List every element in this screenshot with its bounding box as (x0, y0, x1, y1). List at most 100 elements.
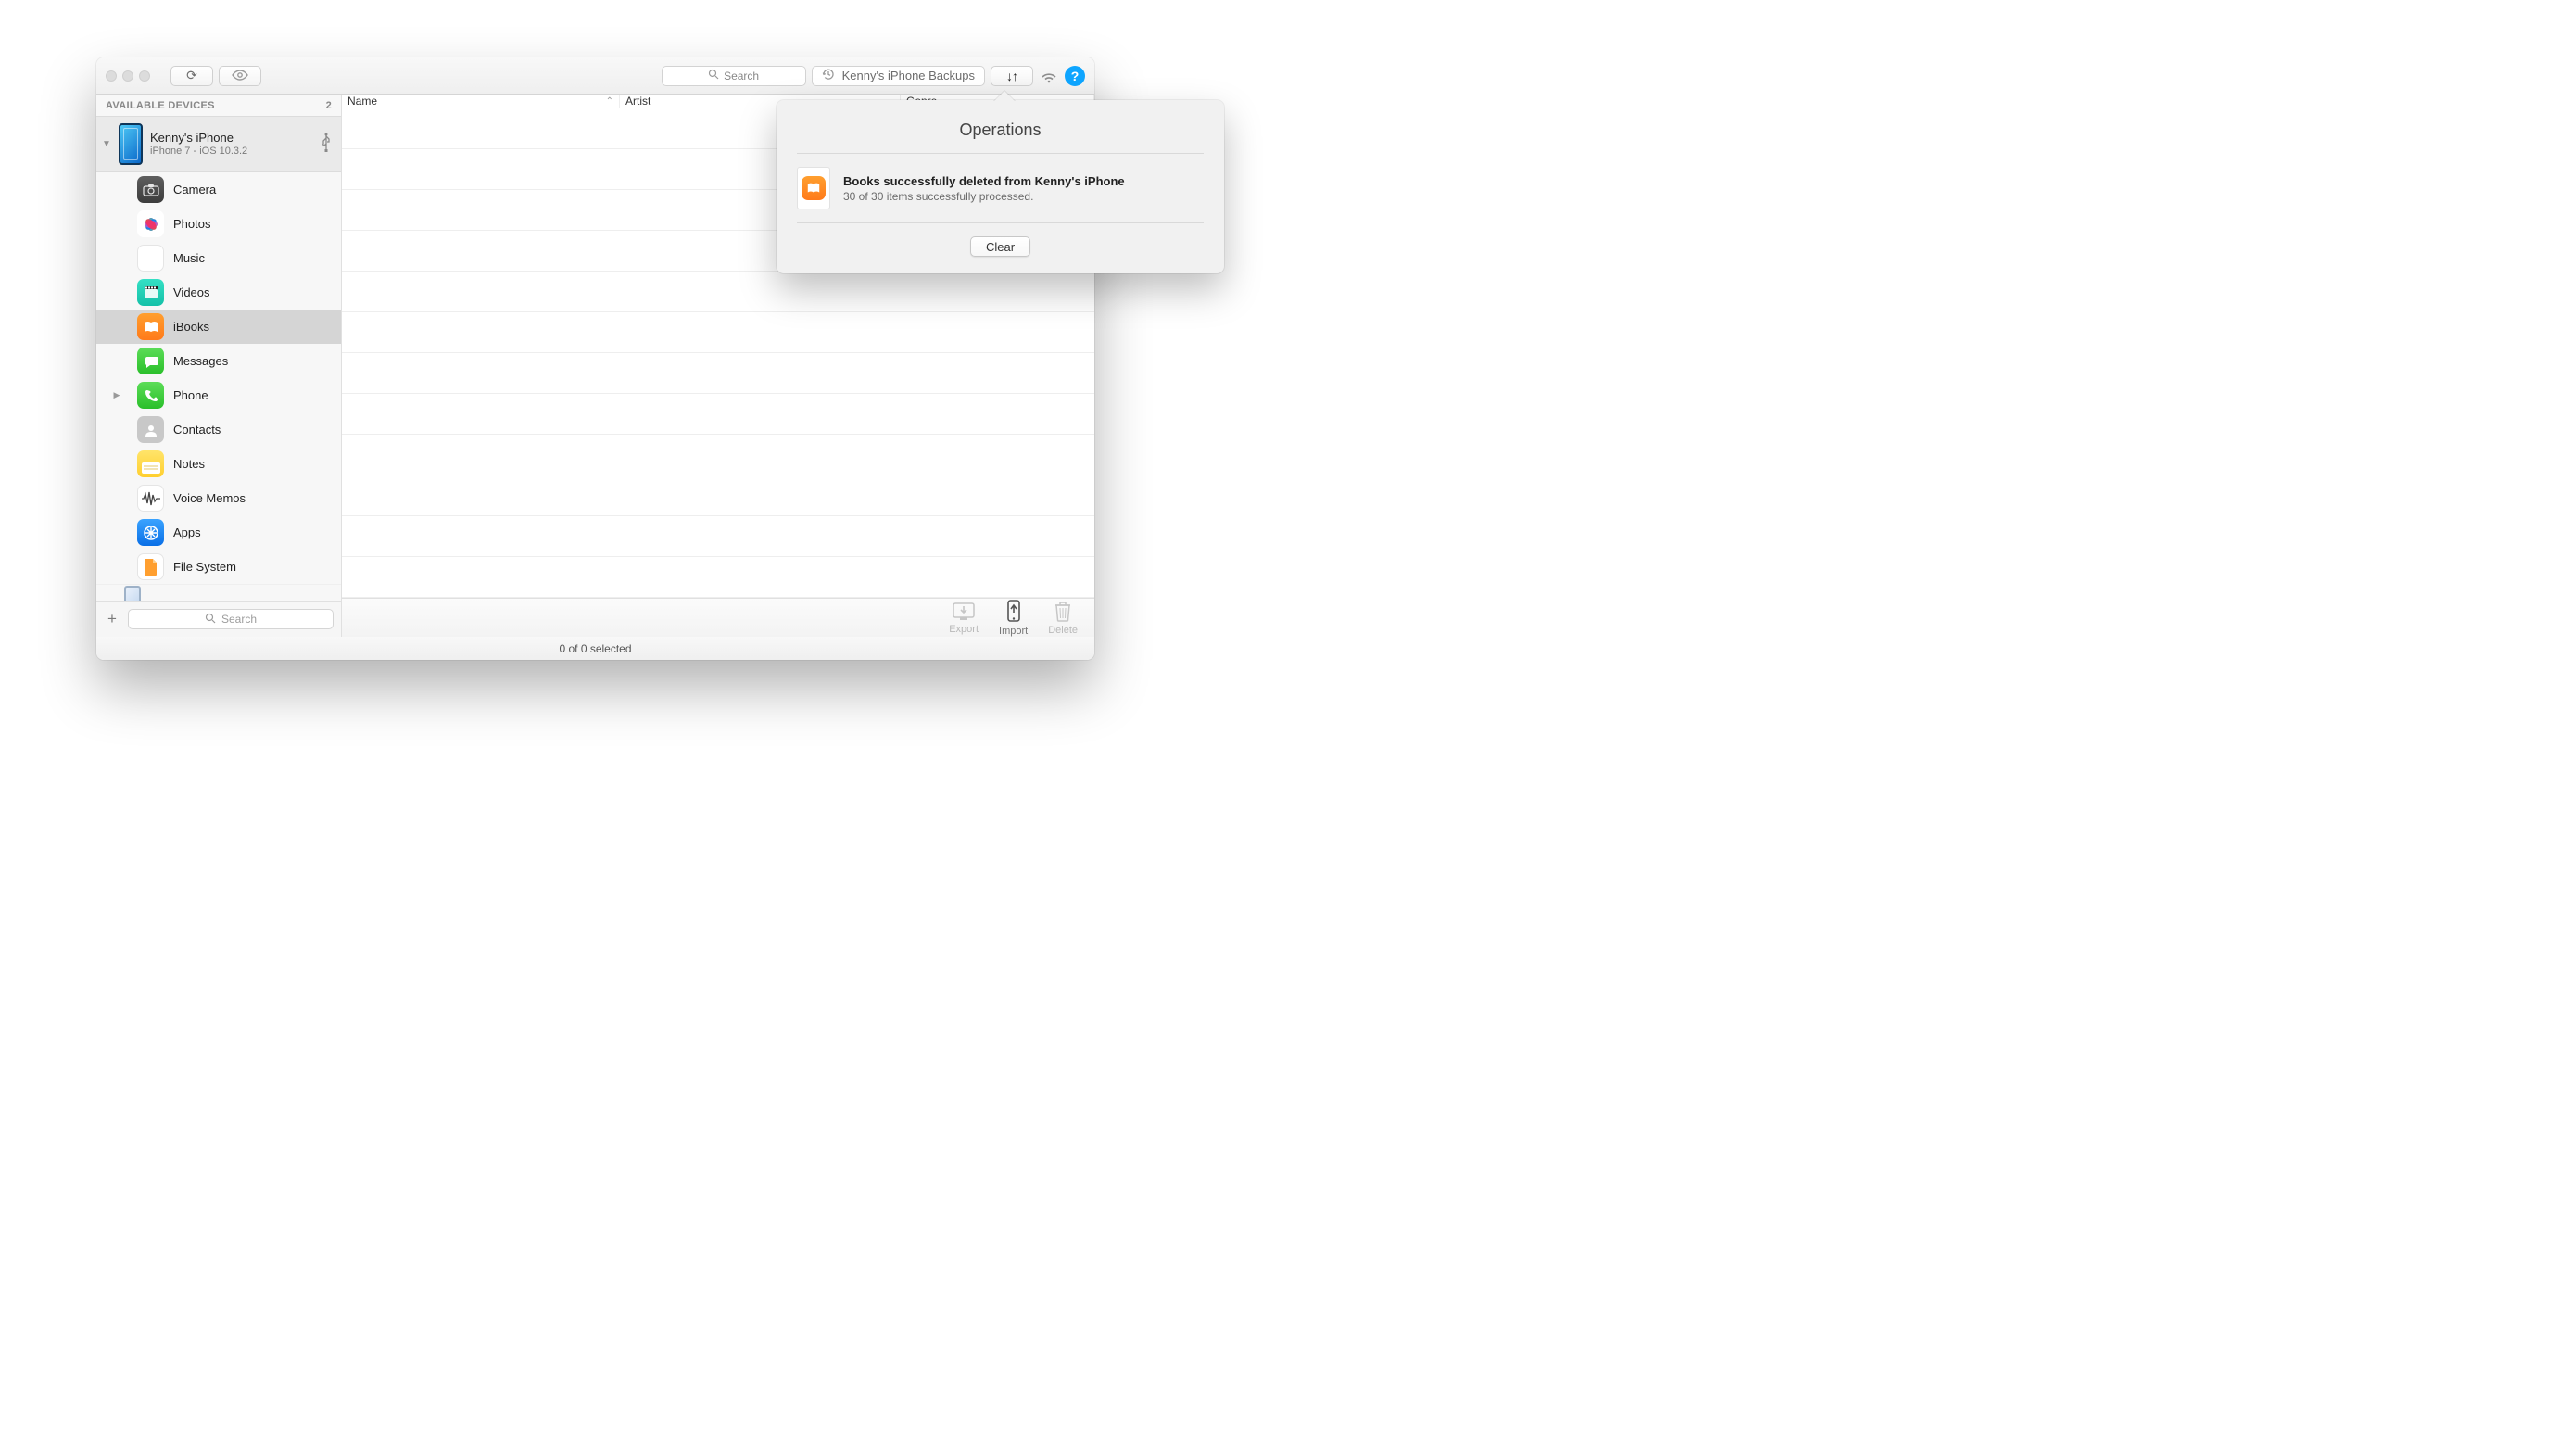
photos-icon (137, 210, 164, 237)
apps-icon (137, 519, 164, 546)
sidebar-item-camera[interactable]: Camera (96, 172, 341, 207)
sidebar-item-notes[interactable]: Notes (96, 447, 341, 481)
backups-label: Kenny's iPhone Backups (842, 69, 975, 82)
operation-item: Books successfully deleted from Kenny's … (797, 167, 1204, 209)
sidebar-header-label: AVAILABLE DEVICES (106, 100, 215, 111)
traffic-minimize[interactable] (122, 70, 133, 82)
ibooks-icon (137, 313, 164, 340)
titlebar: ⟳ Search Kenny's iPhone Backups ↓↑ ? (96, 57, 1094, 95)
import-label: Import (999, 626, 1028, 637)
table-row (342, 516, 1094, 557)
backups-button[interactable]: Kenny's iPhone Backups (812, 66, 985, 86)
sidebar-search-placeholder: Search (221, 613, 257, 626)
sidebar-search[interactable]: Search (128, 609, 334, 629)
transfers-icon: ↓↑ (1006, 69, 1017, 83)
table-row (342, 475, 1094, 516)
column-header-name[interactable]: Name ⌃ (342, 95, 620, 108)
traffic-close[interactable] (106, 70, 117, 82)
category-list: Camera (96, 172, 341, 601)
column-label: Artist (625, 95, 650, 108)
sidebar-item-label: iBooks (173, 320, 209, 334)
sidebar-footer: + Search (96, 601, 341, 637)
sort-ascending-icon: ⌃ (606, 96, 613, 107)
device-icon (119, 123, 143, 165)
popover-title: Operations (797, 120, 1204, 140)
table-row (342, 312, 1094, 353)
status-text: 0 of 0 selected (559, 642, 631, 655)
sidebar-item-messages[interactable]: Messages (96, 344, 341, 378)
traffic-zoom[interactable] (139, 70, 150, 82)
sidebar-item-label: Messages (173, 354, 228, 368)
export-button[interactable]: Export (949, 601, 979, 635)
sidebar-item-photos[interactable]: Photos (96, 207, 341, 241)
operation-app-icon (797, 167, 830, 209)
sidebar-item-label: Contacts (173, 423, 221, 437)
music-icon: ♪ (137, 245, 164, 272)
import-button[interactable]: Import (999, 599, 1028, 637)
phone-icon (137, 382, 164, 409)
table-row (342, 353, 1094, 394)
table-row (342, 435, 1094, 475)
messages-icon (137, 348, 164, 374)
toolbar-search-placeholder: Search (724, 70, 759, 82)
sidebar-item-label: Camera (173, 183, 216, 196)
sidebar-item-label: Music (173, 251, 205, 265)
sidebar-item-label: Photos (173, 217, 210, 231)
sidebar-item-label: Apps (173, 526, 201, 539)
delete-label: Delete (1048, 625, 1078, 636)
search-icon (708, 69, 719, 82)
sidebar-item-label: Phone (173, 388, 208, 402)
table-row (342, 272, 1094, 312)
usb-icon (321, 133, 332, 156)
device-disclosure-icon[interactable]: ▼ (102, 139, 111, 149)
sidebar-item-contacts[interactable]: Contacts (96, 412, 341, 447)
device-subtitle: iPhone 7 - iOS 10.3.2 (150, 146, 313, 158)
phone-disclosure-icon[interactable]: ▶ (111, 390, 122, 400)
table-row (342, 394, 1094, 435)
device-name: Kenny's iPhone (150, 131, 313, 146)
sidebar: AVAILABLE DEVICES 2 ▼ Kenny's iPhone iPh… (96, 95, 342, 637)
clear-button[interactable]: Clear (970, 236, 1030, 257)
divider (797, 153, 1204, 154)
sidebar-item-ibooks[interactable]: iBooks (96, 310, 341, 344)
trash-icon (1054, 600, 1072, 622)
sidebar-item-music[interactable]: ♪ Music (96, 241, 341, 275)
transfers-button[interactable]: ↓↑ (991, 66, 1033, 86)
operation-title: Books successfully deleted from Kenny's … (843, 174, 1125, 188)
sidebar-item-voice-memos[interactable]: Voice Memos (96, 481, 341, 515)
column-label: Name (347, 95, 377, 108)
device-row[interactable]: ▼ Kenny's iPhone iPhone 7 - iOS 10.3.2 (96, 116, 341, 172)
delete-button[interactable]: Delete (1048, 600, 1078, 636)
refresh-button[interactable]: ⟳ (170, 66, 213, 86)
sidebar-item-label: Voice Memos (173, 491, 246, 505)
sidebar-item-phone[interactable]: ▶ Phone (96, 378, 341, 412)
device-row-peek[interactable] (96, 584, 341, 601)
add-button[interactable]: + (104, 610, 120, 628)
file-system-icon (137, 553, 164, 580)
sidebar-device-count: 2 (326, 100, 332, 111)
refresh-icon: ⟳ (186, 68, 197, 83)
operation-subtitle: 30 of 30 items successfully processed. (843, 190, 1125, 203)
statusbar: 0 of 0 selected (96, 637, 1094, 660)
export-icon (952, 601, 976, 621)
help-button[interactable]: ? (1065, 66, 1085, 86)
voice-memos-icon (137, 485, 164, 512)
notes-icon (137, 450, 164, 477)
ibooks-icon (802, 176, 826, 200)
wifi-button[interactable] (1039, 66, 1059, 86)
preview-button[interactable] (219, 66, 261, 86)
sidebar-item-videos[interactable]: Videos (96, 275, 341, 310)
videos-icon (137, 279, 164, 306)
search-icon (205, 613, 216, 627)
sidebar-item-apps[interactable]: Apps (96, 515, 341, 550)
contacts-icon (137, 416, 164, 443)
sidebar-item-label: File System (173, 560, 236, 574)
sidebar-header: AVAILABLE DEVICES 2 (96, 95, 341, 116)
toolbar-search[interactable]: Search (662, 66, 806, 86)
divider (797, 222, 1204, 223)
eye-icon (232, 69, 248, 83)
sidebar-item-label: Videos (173, 285, 210, 299)
history-icon (822, 68, 835, 83)
import-icon (1004, 599, 1024, 623)
sidebar-item-file-system[interactable]: File System (96, 550, 341, 584)
